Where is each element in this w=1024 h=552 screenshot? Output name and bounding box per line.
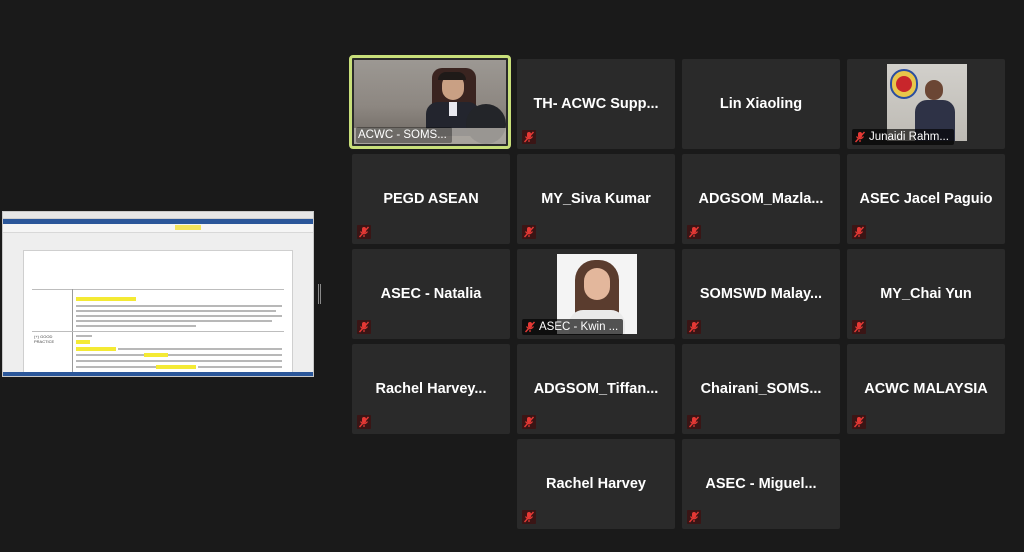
- participant-tile[interactable]: Rachel Harvey: [517, 439, 675, 529]
- participant-name: TH- ACWC Supp...: [533, 96, 659, 112]
- screen-share-thumbnail[interactable]: (+) GOOD PRACTICE: [2, 211, 314, 377]
- participant-tile[interactable]: Lin Xiaoling: [682, 59, 840, 149]
- mic-muted-icon: [357, 415, 371, 429]
- participant-name: MY_Chai Yun: [880, 286, 972, 302]
- participant-name-label: ACWC - SOMS...: [356, 127, 452, 143]
- participant-name: MY_Siva Kumar: [541, 191, 651, 207]
- mic-muted-icon: [687, 510, 701, 524]
- mic-muted-icon: [524, 321, 536, 333]
- participant-tile[interactable]: ACWC MALAYSIA: [847, 344, 1005, 434]
- participant-tile[interactable]: ACWC - SOMS...: [349, 55, 511, 149]
- mic-muted-icon: [522, 225, 536, 239]
- participant-tile[interactable]: ASEC - Miguel...: [682, 439, 840, 529]
- participant-tile[interactable]: ADGSOM_Tiffan...: [517, 344, 675, 434]
- mic-muted-icon: [357, 225, 371, 239]
- participant-name: SOMSWD Malay...: [699, 286, 823, 302]
- panel-resize-handle[interactable]: [318, 284, 321, 304]
- participant-tile[interactable]: Junaidi Rahm...: [847, 59, 1005, 149]
- participant-tile[interactable]: Chairani_SOMS...: [682, 344, 840, 434]
- participant-tile[interactable]: MY_Chai Yun: [847, 249, 1005, 339]
- participant-name-label: Junaidi Rahm...: [852, 129, 954, 145]
- participant-name: Lin Xiaoling: [719, 96, 803, 112]
- participant-tile[interactable]: ASEC - Natalia: [352, 249, 510, 339]
- mic-muted-icon: [687, 415, 701, 429]
- participant-name: ASEC Jacel Paguio: [859, 191, 993, 207]
- mic-muted-icon: [852, 415, 866, 429]
- doc-row-label: (+) GOOD PRACTICE: [34, 334, 55, 344]
- participant-tile[interactable]: MY_Siva Kumar: [517, 154, 675, 244]
- participant-name: Rachel Harvey: [546, 476, 646, 492]
- mic-muted-icon: [522, 415, 536, 429]
- participant-name: Chairani_SOMS...: [700, 381, 822, 397]
- participant-tile[interactable]: ADGSOM_Mazla...: [682, 154, 840, 244]
- mic-muted-icon: [522, 130, 536, 144]
- participant-name: ADGSOM_Mazla...: [698, 191, 824, 207]
- participant-name: ASEC - Natalia: [380, 286, 482, 302]
- participant-tile[interactable]: ASEC - Kwin ...: [517, 249, 675, 339]
- mic-muted-icon: [852, 225, 866, 239]
- shared-window-toolbar: [3, 224, 313, 233]
- participant-name: ACWC MALAYSIA: [864, 381, 988, 397]
- shared-document-page: (+) GOOD PRACTICE: [23, 250, 293, 376]
- participant-tile[interactable]: PEGD ASEAN: [352, 154, 510, 244]
- mic-muted-icon: [522, 510, 536, 524]
- participant-name: ADGSOM_Tiffan...: [533, 381, 659, 397]
- participant-tile[interactable]: Rachel Harvey...: [352, 344, 510, 434]
- participant-name: PEGD ASEAN: [383, 191, 479, 207]
- participant-name: ASEC - Miguel...: [705, 476, 817, 492]
- participant-tile[interactable]: TH- ACWC Supp...: [517, 59, 675, 149]
- mic-muted-icon: [357, 320, 371, 334]
- participant-name: Rachel Harvey...: [375, 381, 487, 397]
- mic-muted-icon: [852, 320, 866, 334]
- mic-muted-icon: [854, 131, 866, 143]
- participant-name-label: ASEC - Kwin ...: [522, 319, 624, 335]
- shared-window-titlebar: [3, 212, 313, 219]
- participant-tile[interactable]: ASEC Jacel Paguio: [847, 154, 1005, 244]
- mic-muted-icon: [687, 320, 701, 334]
- mic-muted-icon: [687, 225, 701, 239]
- participant-tile[interactable]: SOMSWD Malay...: [682, 249, 840, 339]
- shared-window-statusbar: [3, 372, 313, 376]
